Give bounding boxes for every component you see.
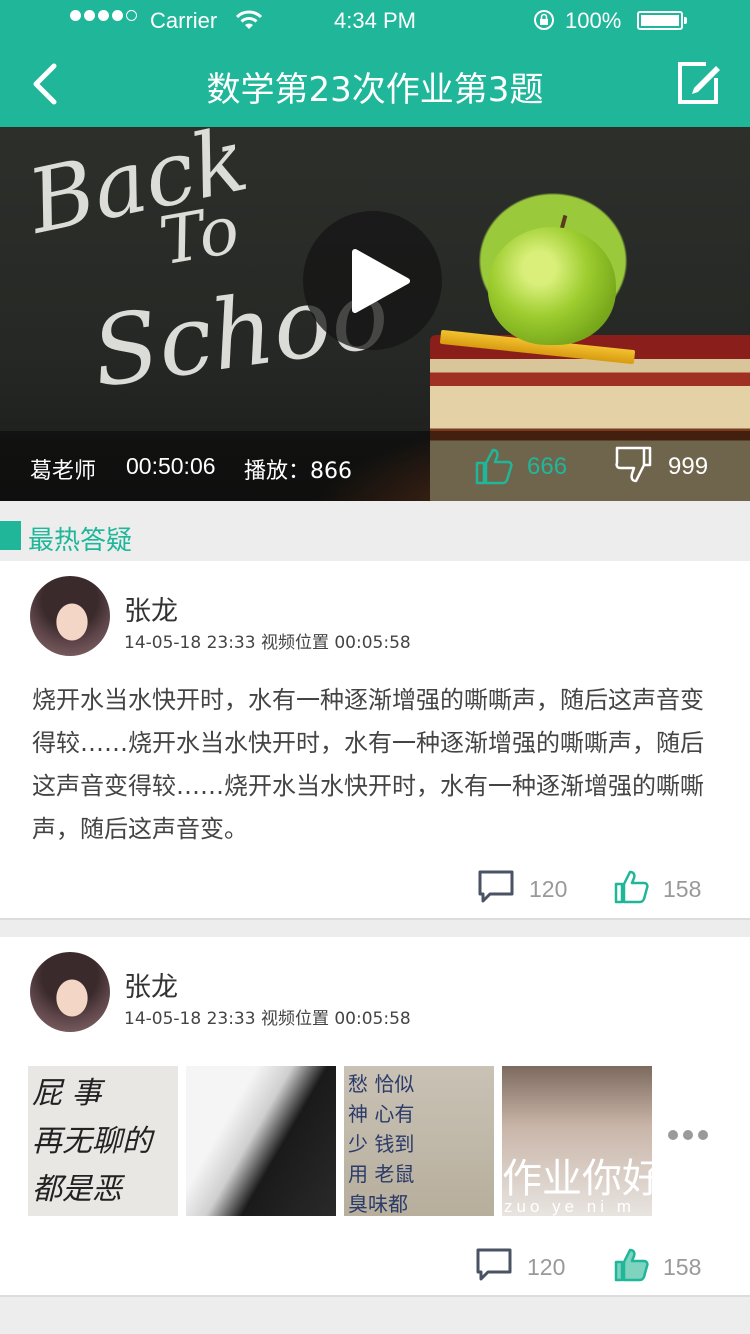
battery-icon <box>637 11 687 30</box>
post-card[interactable]: 张龙 14-05-18 23:33 视频位置 00:05:58 屁 事 再无聊的… <box>0 937 750 1297</box>
teacher-name: 葛老师 <box>30 459 97 484</box>
image-thumbnail[interactable] <box>186 1066 336 1216</box>
like-icon[interactable] <box>614 870 650 904</box>
image-thumbnail[interactable]: 愁 恰似 神 心有 少 钱到 用 老鼠 臭味都 <box>344 1066 494 1216</box>
like-icon[interactable] <box>614 1248 650 1282</box>
edit-icon[interactable] <box>676 60 722 106</box>
handwriting-line: 再无聊的 <box>32 1124 152 1159</box>
comment-icon[interactable] <box>476 1248 512 1282</box>
section-title: 最热答疑 <box>28 526 133 556</box>
avatar[interactable] <box>30 952 110 1032</box>
handwriting-line: 用 老鼠 <box>348 1162 415 1186</box>
handwriting-line: 神 心有 <box>348 1102 415 1126</box>
video-like-count: 666 <box>527 453 568 480</box>
post-meta: 14-05-18 23:33 视频位置 00:05:58 <box>124 1009 411 1029</box>
avatar[interactable] <box>30 576 110 656</box>
post-content: 烧开水当水快开时，水有一种逐渐增强的嘶嘶声，随后这声音变得较……烧开水当水快开时… <box>32 686 704 843</box>
thumbnail-pinyin: zuo ye ni m <box>504 1197 635 1216</box>
top-bar: Carrier 4:34 PM 100% 数学第23次作业第3题 <box>0 0 750 127</box>
more-icon[interactable] <box>668 1130 708 1140</box>
like-count: 158 <box>663 1254 702 1280</box>
like-count: 158 <box>663 876 702 902</box>
section-accent-bar <box>0 521 21 550</box>
video-duration: 00:50:06 <box>126 453 216 479</box>
image-thumbnail[interactable]: 作业你好 zuo ye ni m <box>502 1066 652 1216</box>
video-dislike-count: 999 <box>668 453 709 480</box>
user-name[interactable]: 张龙 <box>124 589 178 628</box>
thumbs-up-icon[interactable] <box>474 447 514 485</box>
comment-icon[interactable] <box>478 870 514 904</box>
comment-count: 120 <box>527 1254 566 1280</box>
video-player[interactable]: Back To Schoo 葛老师 00:50:06 播放：866 666 99… <box>0 127 750 501</box>
image-gallery: 屁 事 再无聊的 都是恶 愁 恰似 神 心有 少 钱到 用 老鼠 臭味都 作业你… <box>28 1066 728 1216</box>
post-card[interactable]: 张龙 14-05-18 23:33 视频位置 00:05:58 烧开水当水快开时… <box>0 561 750 920</box>
status-bar: Carrier 4:34 PM 100% <box>0 0 750 40</box>
image-thumbnail[interactable]: 屁 事 再无聊的 都是恶 <box>28 1066 178 1216</box>
thumbnail-caption: 作业你好 <box>502 1156 652 1202</box>
play-count: 播放：866 <box>244 459 352 484</box>
user-name[interactable]: 张龙 <box>124 965 178 1004</box>
thumbs-down-icon[interactable] <box>614 445 656 485</box>
handwriting-line: 都是恶 <box>32 1172 122 1207</box>
play-button[interactable] <box>303 211 442 350</box>
comment-count: 120 <box>529 876 568 902</box>
handwriting-line: 少 钱到 <box>348 1132 415 1156</box>
section-header: 最热答疑 <box>0 519 750 556</box>
battery-percent: 100% <box>565 8 622 33</box>
apple-image <box>488 227 616 345</box>
page-title: 数学第23次作业第3题 <box>206 70 544 110</box>
handwriting-line: 屁 事 <box>32 1076 102 1111</box>
rotation-lock-icon <box>534 10 554 30</box>
video-info-bar: 葛老师 00:50:06 播放：866 666 999 <box>0 431 750 501</box>
handwriting-line: 愁 恰似 <box>348 1072 415 1096</box>
play-icon <box>352 249 410 313</box>
chalk-text-to: To <box>153 190 245 281</box>
post-meta: 14-05-18 23:33 视频位置 00:05:58 <box>124 633 411 653</box>
nav-bar: 数学第23次作业第3题 <box>0 40 750 127</box>
handwriting-line: 臭味都 <box>348 1192 408 1216</box>
